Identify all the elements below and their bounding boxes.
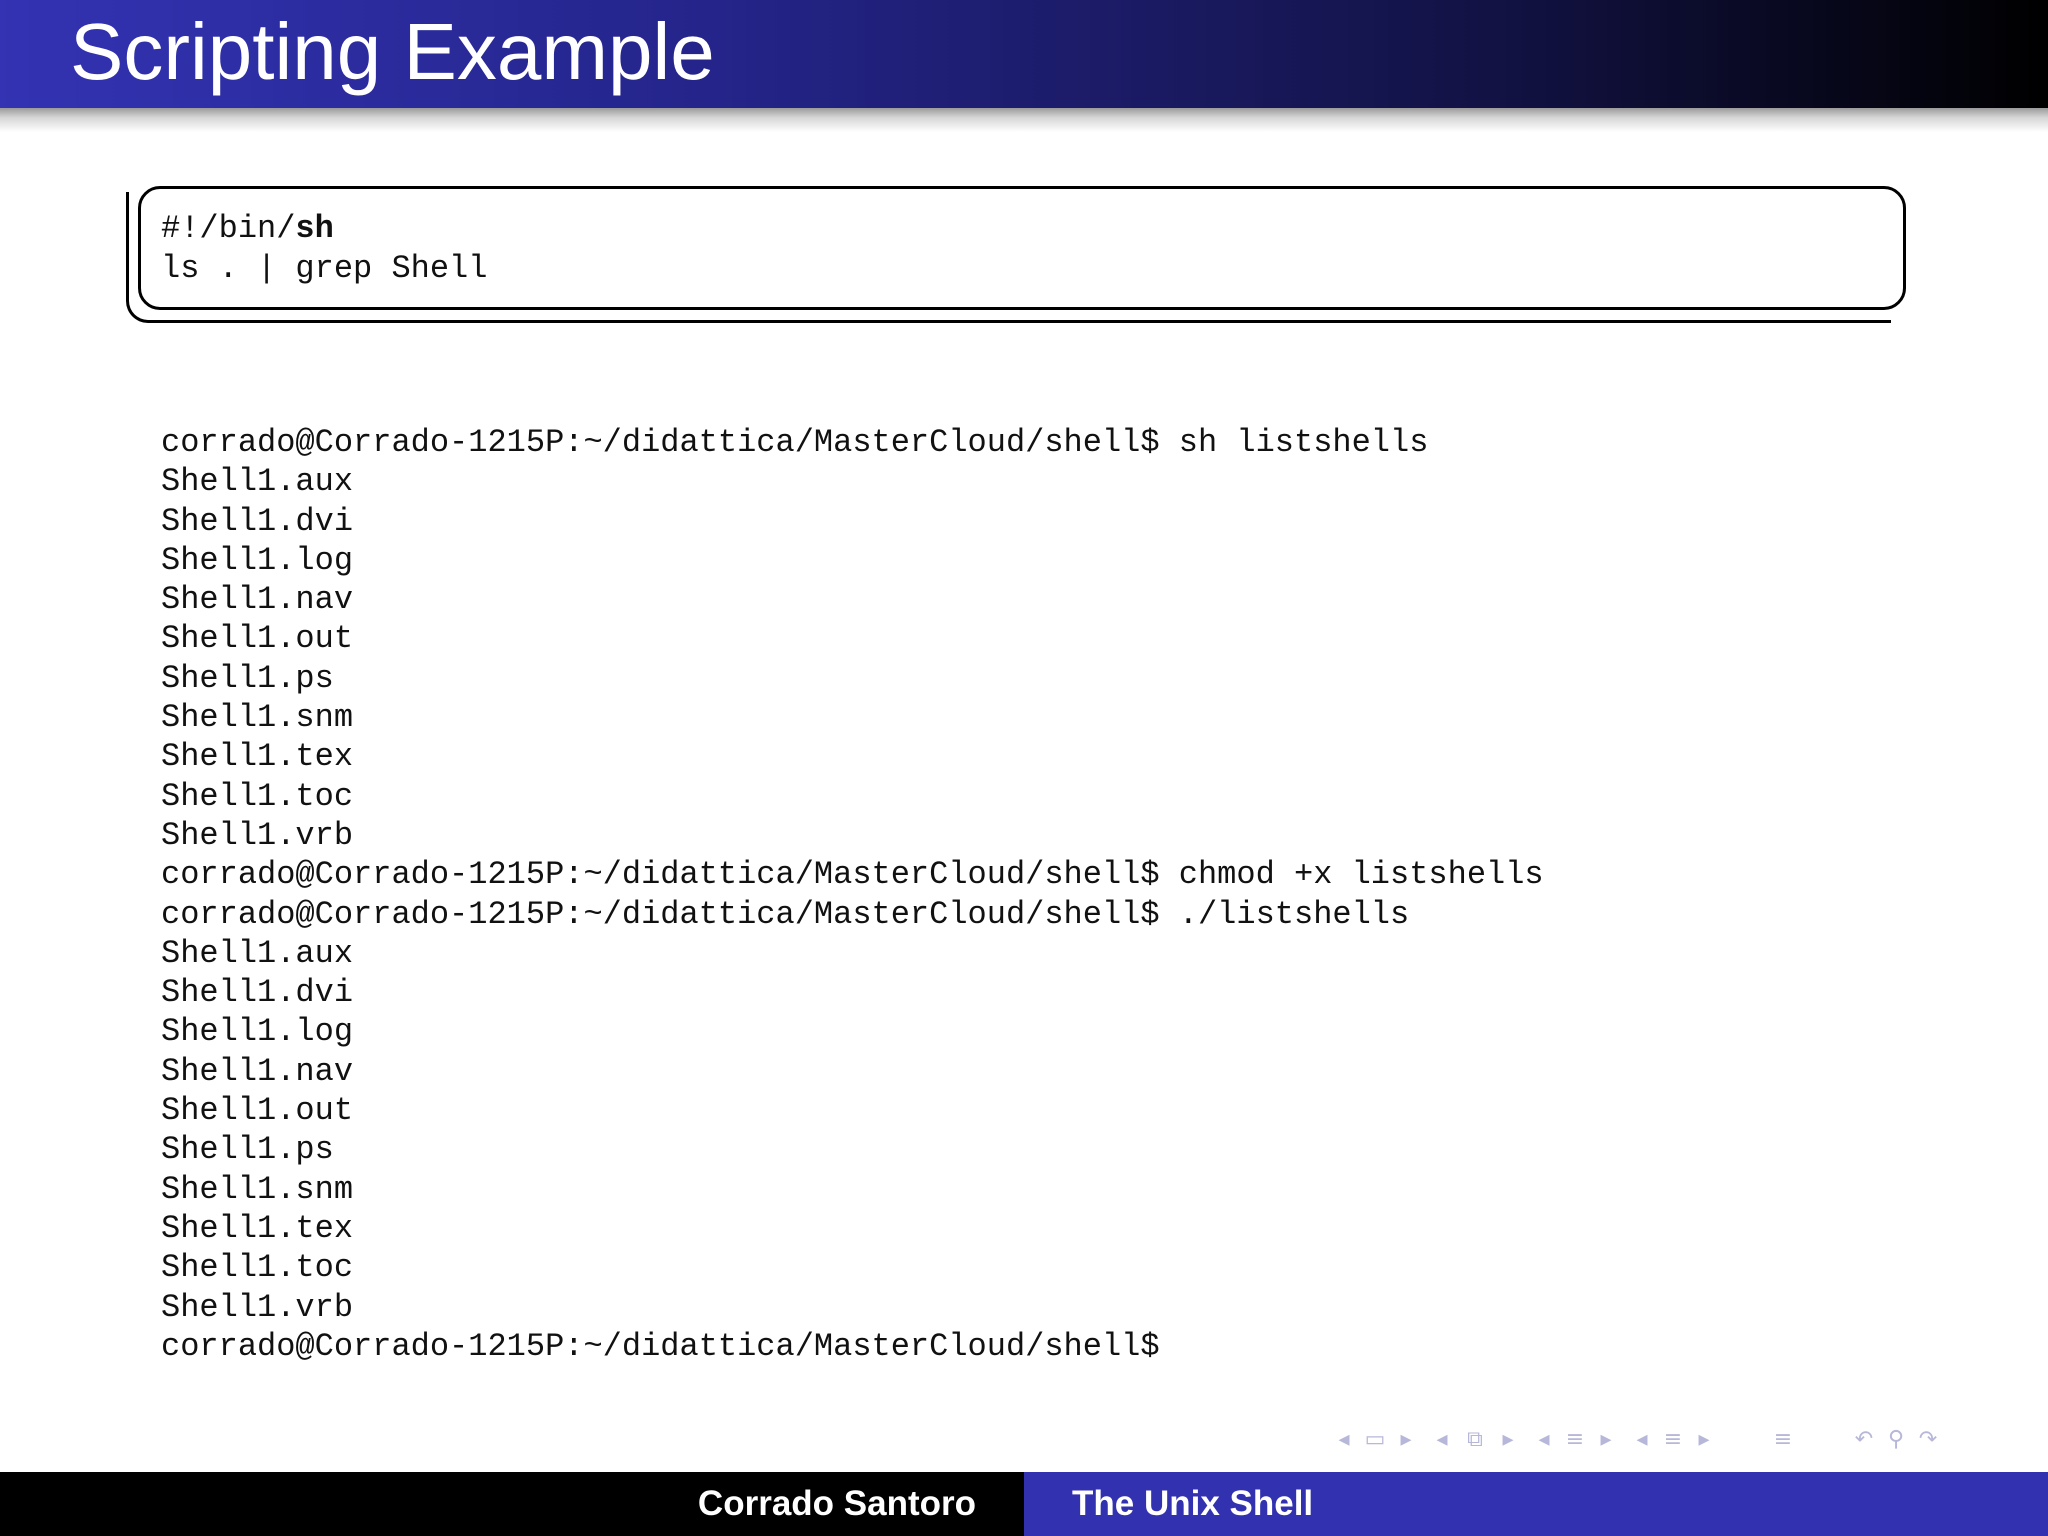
search-icon[interactable]: ⚲ — [1880, 1424, 1912, 1456]
subsection-icon[interactable]: ⧉ — [1456, 1424, 1494, 1456]
terminal-line: Shell1.vrb — [161, 816, 354, 854]
script-line-1-keyword: sh — [295, 210, 334, 247]
arrow-left-icon[interactable]: ◂ — [1428, 1424, 1456, 1456]
terminal-line: Shell1.ps — [161, 659, 334, 697]
terminal-line: Shell1.aux — [161, 934, 354, 972]
terminal-line: corrado@Corrado-1215P:~/didattica/Master… — [161, 424, 1429, 461]
terminal-line: Shell1.toc — [161, 1249, 354, 1287]
terminal-line: Shell1.log — [161, 541, 354, 579]
back-icon[interactable]: ↶ — [1848, 1424, 1880, 1456]
footer-presentation-title: The Unix Shell — [1072, 1484, 1314, 1523]
arrow-right-icon[interactable]: ▸ — [1494, 1424, 1522, 1456]
section-icon[interactable]: ≡ — [1558, 1424, 1592, 1456]
arrow-right-icon[interactable]: ▸ — [1690, 1424, 1718, 1456]
terminal-line: Shell1.nav — [161, 581, 354, 619]
script-line-2: ls . | grep Shell — [161, 250, 488, 287]
footer-author: Corrado Santoro — [697, 1484, 976, 1523]
title-bar: Scripting Example — [0, 0, 2048, 108]
script-line-1: #!/bin/sh — [161, 209, 334, 249]
title-bar-shadow — [0, 108, 2048, 132]
terminal-line: Shell1.log — [161, 1013, 354, 1051]
footer-author-section: Corrado Santoro — [0, 1472, 1024, 1536]
arrow-left-icon[interactable]: ◂ — [1628, 1424, 1656, 1456]
forward-icon[interactable]: ↷ — [1912, 1424, 1944, 1456]
slide-title: Scripting Example — [70, 7, 715, 96]
terminal-line: Shell1.out — [161, 620, 354, 658]
section-icon[interactable]: ≡ — [1656, 1424, 1690, 1456]
terminal-line: corrado@Corrado-1215P:~/didattica/Master… — [161, 895, 1410, 933]
terminal-line: Shell1.dvi — [161, 502, 354, 540]
terminal-line: Shell1.tex — [161, 1209, 354, 1247]
terminal-line: Shell1.snm — [161, 1170, 354, 1208]
script-code-box — [138, 186, 1906, 310]
terminal-line: Shell1.aux — [161, 463, 354, 501]
terminal-line: Shell1.ps — [161, 1131, 334, 1169]
arrow-right-icon[interactable]: ▸ — [1592, 1424, 1620, 1456]
beamer-navigation-bar: ◂ ▭ ▸ ◂ ⧉ ▸ ◂ ≡ ▸ ◂ ≡ ▸ ≡ ↶ ⚲ ↷ — [1330, 1424, 1944, 1456]
footer-title-section: The Unix Shell — [1024, 1472, 2048, 1536]
terminal-line: Shell1.dvi — [161, 974, 354, 1012]
terminal-line: Shell1.toc — [161, 777, 354, 815]
terminal-line: Shell1.out — [161, 1092, 354, 1130]
terminal-line: corrado@Corrado-1215P:~/didattica/Master… — [161, 856, 1544, 894]
terminal-line: corrado@Corrado-1215P:~/didattica/Master… — [161, 1327, 1160, 1365]
terminal-output: corrado@Corrado-1215P:~/didattica/Master… — [161, 423, 1961, 1366]
arrow-right-icon[interactable]: ▸ — [1392, 1424, 1420, 1456]
arrow-left-icon[interactable]: ◂ — [1530, 1424, 1558, 1456]
appendix-icon[interactable]: ≡ — [1766, 1424, 1800, 1456]
script-line-1-prefix: #!/bin/ — [161, 210, 296, 247]
terminal-line: Shell1.tex — [161, 738, 354, 776]
terminal-line: Shell1.nav — [161, 1052, 354, 1090]
frame-icon[interactable]: ▭ — [1358, 1424, 1392, 1456]
arrow-left-icon[interactable]: ◂ — [1330, 1424, 1358, 1456]
terminal-line: Shell1.snm — [161, 699, 354, 737]
terminal-line: Shell1.vrb — [161, 1288, 354, 1326]
